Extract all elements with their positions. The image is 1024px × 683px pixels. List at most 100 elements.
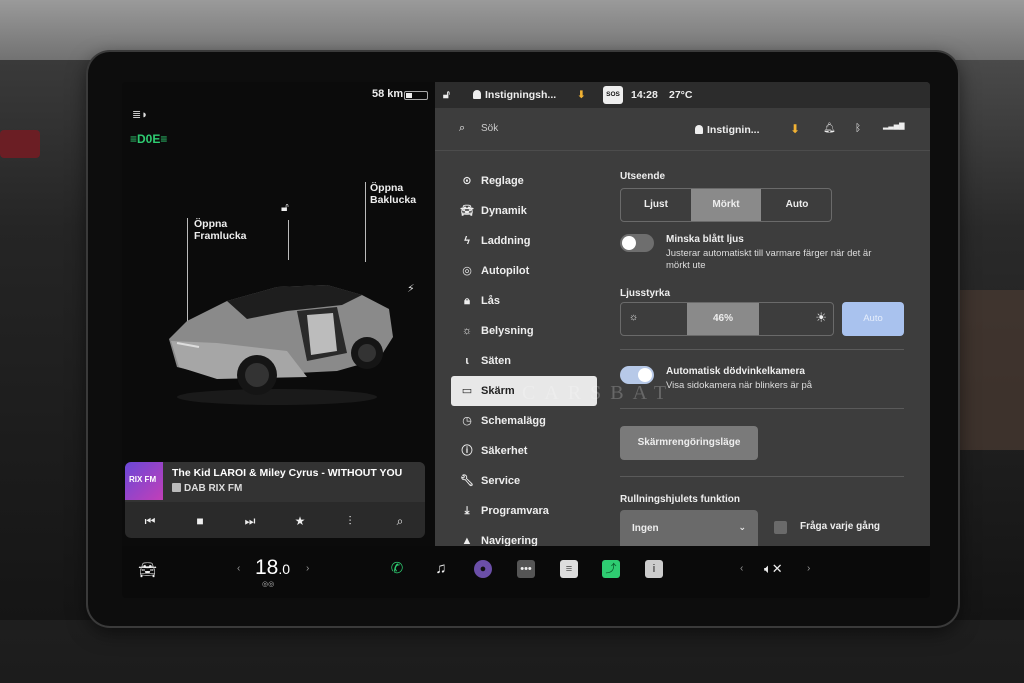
music-icon[interactable]: ♫ [432, 560, 450, 578]
station-name: DAB RIX FM [172, 483, 242, 494]
menu-item-las[interactable]: 🔒︎ Lås [451, 286, 597, 316]
next-icon[interactable]: ⏭︎ [239, 511, 261, 531]
outside-temperature: 27°C [669, 89, 693, 101]
profile-icon [695, 125, 703, 134]
settings-search-row: ⌕ Sök Instignin... ⬇︎ 🔔︎ ᛒ ▂▃▅▇ [435, 112, 930, 148]
driver-profile[interactable]: Instigningsh... [473, 89, 556, 101]
taillight [0, 130, 40, 158]
menu-item-schemalagg[interactable]: ◷ Schemalägg [451, 406, 597, 436]
brightness-auto-button[interactable]: Auto [842, 302, 904, 336]
scroll-wheel-dropdown[interactable]: Ingen ⌄ [620, 510, 758, 550]
divider [620, 408, 904, 409]
blue-light-title: Minska blått ljus [666, 234, 744, 245]
menu-item-saten[interactable]: ɩ Säten [451, 346, 597, 376]
signal-icon: ▂▃▅▇ [883, 123, 905, 130]
status-bar: 🔓︎ Instigningsh... ⬇︎ SOS 14:28 27°C [435, 82, 930, 108]
favorite-icon[interactable]: ★ [289, 511, 311, 531]
brightness-slider[interactable]: ☼ 46% ☀︎ [620, 302, 834, 336]
ask-every-time-checkbox[interactable] [774, 521, 787, 534]
bolt-icon: ϟ [464, 235, 470, 247]
light-icon: ☼ [461, 325, 473, 337]
cabin-temperature[interactable]: 18.0 [255, 556, 290, 580]
appearance-light[interactable]: Ljust [621, 189, 691, 221]
divider [620, 349, 904, 350]
song-title: The Kid LAROI & Miley Cyrus - WITHOUT YO… [172, 467, 403, 479]
mute-icon[interactable]: 🔈︎✕ [764, 561, 783, 577]
lock-status-icon[interactable]: 🔓︎ [443, 89, 450, 102]
scroll-wheel-title: Rullningshjulets funktion [620, 494, 740, 505]
unlock-icon[interactable]: 🔓︎ [281, 200, 289, 215]
stop-icon[interactable]: ■ [189, 511, 211, 531]
appearance-title: Utseende [620, 171, 666, 182]
previous-icon[interactable]: ⏮︎ [139, 511, 161, 531]
alert-icon: ⓘ [461, 445, 473, 457]
charge-port-icon[interactable]: ⚡︎ [407, 282, 415, 295]
scroll-wheel-value: Ingen [632, 523, 659, 534]
menu-item-laddning[interactable]: ϟ Laddning [451, 226, 597, 256]
software-download-icon[interactable]: ⬇︎ [790, 122, 800, 136]
bell-icon[interactable]: 🔔︎ [823, 123, 836, 134]
seat-icon: ɩ [465, 355, 469, 367]
settings-search-input[interactable]: Sök [481, 123, 498, 134]
wrench-icon: 🔧︎ [460, 475, 474, 487]
volume-up-icon[interactable]: › [807, 563, 810, 574]
open-frunk-label[interactable]: Öppna Framlucka [194, 218, 247, 242]
info-icon[interactable]: i [645, 560, 663, 578]
car-icon[interactable]: 🚘︎ [138, 561, 157, 579]
lock-leader [288, 220, 289, 260]
menu-item-autopilot[interactable]: ◎ Autopilot [451, 256, 597, 286]
menu-item-reglage[interactable]: ⊙ Reglage [451, 166, 597, 196]
toggle-icon: ⊙ [462, 175, 472, 187]
menu-item-programvara[interactable]: ⤓ Programvara [451, 496, 597, 526]
temp-decimal: .0 [278, 561, 291, 577]
appearance-auto[interactable]: Auto [761, 189, 831, 221]
profile-button[interactable]: Instignin... [695, 124, 760, 136]
download-icon[interactable]: ⬇︎ [577, 89, 586, 101]
car-status-panel: ≣◗ ≡D0E≡ 58 km Öppna Framlucka Öppna Bak… [122, 82, 435, 546]
screen-clean-button[interactable]: Skärmrengöringsläge [620, 426, 758, 460]
camera-icon[interactable]: ● [474, 560, 492, 578]
blue-light-toggle[interactable] [620, 234, 654, 252]
volume-down-icon[interactable]: ‹ [740, 563, 743, 574]
menu-item-sakerhet[interactable]: ⓘ Säkerhet [451, 436, 597, 466]
touchscreen: ≣◗ ≡D0E≡ 58 km Öppna Framlucka Öppna Bak… [122, 82, 930, 598]
divider [620, 476, 904, 477]
sos-icon[interactable]: SOS [603, 86, 623, 104]
range-readout: 58 km [372, 88, 404, 100]
station-label: DAB RIX FM [184, 483, 243, 494]
menu-item-service[interactable]: 🔧︎ Service [451, 466, 597, 496]
battery-icon [404, 91, 428, 100]
steering-wheel-icon: ◎ [462, 265, 472, 277]
profile-icon [473, 90, 481, 99]
brightness-value: 46% [712, 313, 733, 324]
menu-item-dynamik[interactable]: 🚘︎ Dynamik [451, 196, 597, 226]
open-trunk-label[interactable]: Öppna Baklucka [370, 182, 416, 206]
ask-every-time-label: Fråga varje gång [800, 521, 881, 532]
menu-item-belysning[interactable]: ☼ Belysning [451, 316, 597, 346]
radio-icon [172, 483, 181, 492]
appearance-dark[interactable]: Mörkt [691, 189, 761, 221]
search-icon[interactable]: ⌕ [459, 122, 465, 135]
brightness-high-icon: ☀︎ [815, 310, 827, 325]
bluetooth-icon[interactable]: ᛒ [855, 123, 861, 134]
brightness-title: Ljusstyrka [620, 288, 671, 299]
album-art: RIX FM [125, 462, 163, 500]
charts-icon[interactable]: ⤴ [602, 560, 620, 578]
blue-light-description: Justerar automatiskt till varmare färger… [666, 248, 872, 271]
headlight-icon[interactable]: ≣◗ [132, 108, 150, 121]
brightness-low-icon: ☼ [629, 312, 639, 323]
display-icon: ▭ [461, 385, 473, 397]
more-icon[interactable]: ••• [517, 560, 535, 578]
now-playing[interactable]: RIX FM The Kid LAROI & Miley Cyrus - WIT… [125, 462, 425, 502]
download-icon: ⤓ [464, 505, 470, 517]
car-render[interactable] [157, 257, 397, 407]
notes-icon[interactable]: ≡ [560, 560, 578, 578]
search-icon[interactable]: ⌕ [389, 511, 411, 531]
phone-icon[interactable]: ✆ [388, 560, 406, 578]
lock-icon: 🔒︎ [464, 295, 470, 307]
equalizer-icon[interactable]: ⫶ [339, 511, 361, 531]
temp-down-icon[interactable]: ‹ [237, 563, 240, 574]
temp-up-icon[interactable]: › [306, 563, 309, 574]
settings-panel: 🔓︎ Instigningsh... ⬇︎ SOS 14:28 27°C ⌕ S… [435, 82, 930, 550]
background-right [954, 60, 1024, 620]
